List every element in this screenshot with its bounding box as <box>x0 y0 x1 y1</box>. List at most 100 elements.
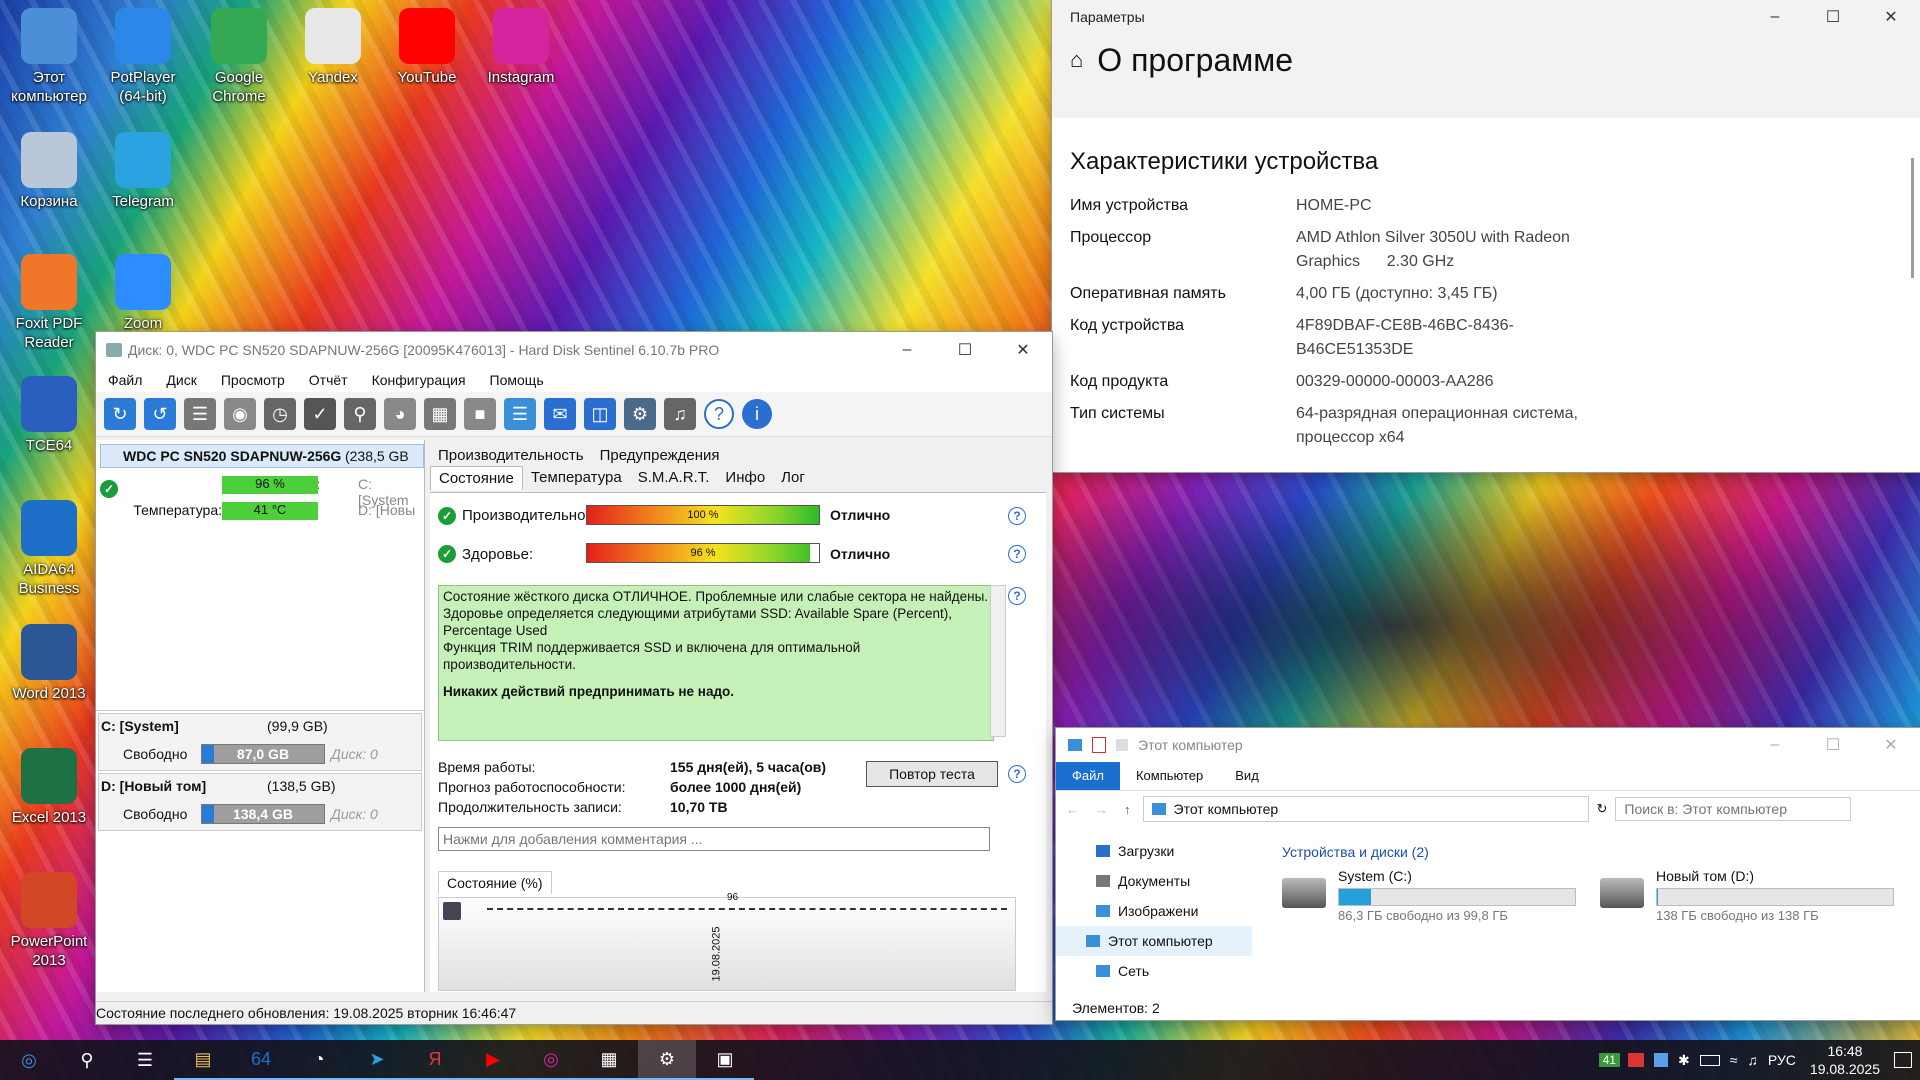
sentinel-icon[interactable]: ◕ <box>384 398 416 430</box>
graph-tab[interactable]: Состояние (%) <box>438 871 552 894</box>
desktop-icon[interactable]: YouTube <box>384 8 470 87</box>
ribbon-tab[interactable]: Вид <box>1219 762 1275 790</box>
nav-item[interactable]: Изображени <box>1056 896 1252 926</box>
up-icon[interactable]: ↑ <box>1124 802 1131 817</box>
disk-item[interactable]: WDC PC SN520 SDAPNUW-256G (238,5 GB ✓ Зд… <box>96 440 424 711</box>
comment-input[interactable] <box>438 827 990 851</box>
taskview-icon[interactable]: ☰ <box>116 1040 174 1080</box>
hdsentinel-icon[interactable]: ◔ <box>290 1040 348 1080</box>
scrollbar[interactable] <box>1911 158 1914 278</box>
drive-item[interactable]: Новый том (D:) 138 ГБ свободно из 138 ГБ <box>1600 868 1900 928</box>
desktop-icon[interactable]: PotPlayer (64-bit) <box>100 8 186 106</box>
ribbon-tab[interactable]: Компьютер <box>1120 762 1219 790</box>
disk-ok-icon[interactable]: ✓ <box>304 398 336 430</box>
clock[interactable]: 16:48 19.08.2025 <box>1810 1042 1880 1078</box>
tab-performance[interactable]: Производительность <box>430 444 592 466</box>
tab-status[interactable]: Состояние <box>430 466 523 490</box>
refresh-all-icon[interactable]: ↺ <box>144 398 176 430</box>
monitor-icon[interactable]: ◫ <box>584 398 616 430</box>
help-icon[interactable]: ? <box>704 399 734 429</box>
disk-list-icon[interactable]: ☰ <box>184 398 216 430</box>
desktop-icon[interactable]: TCE64 <box>6 376 92 455</box>
notepad-icon[interactable]: ▦ <box>580 1040 638 1080</box>
disk-search-icon[interactable]: ⚲ <box>344 398 376 430</box>
start-icon[interactable]: ◎ <box>0 1040 58 1080</box>
properties-icon[interactable] <box>1092 737 1106 753</box>
report-icon[interactable]: ☰ <box>504 398 536 430</box>
desktop-icon[interactable]: Foxit PDF Reader <box>6 254 92 352</box>
drive-item[interactable]: System (C:) 86,3 ГБ свободно из 99,8 ГБ <box>1282 868 1582 928</box>
ribbon-tab[interactable]: Файл <box>1056 762 1120 790</box>
desktop-icon[interactable]: Instagram <box>478 8 564 87</box>
tab-smart[interactable]: S.M.A.R.T. <box>630 466 718 490</box>
desktop-icon[interactable]: Корзина <box>6 132 92 211</box>
new-folder-icon[interactable] <box>1116 739 1128 751</box>
close-button[interactable]: ✕ <box>1862 728 1920 762</box>
notifications-icon[interactable] <box>1894 1052 1912 1068</box>
help-icon[interactable]: ? <box>1008 545 1026 563</box>
wifi-icon[interactable]: ≈ <box>1730 1052 1738 1068</box>
help-icon[interactable]: ? <box>1008 507 1026 525</box>
bluetooth-icon[interactable]: ✱ <box>1678 1052 1690 1069</box>
volume-item[interactable]: D: [Новый том] (138,5 GB) Свободно 138,4 GB… <box>98 773 422 831</box>
tab-temperature[interactable]: Температура <box>523 466 630 490</box>
refresh-icon[interactable]: ↻ <box>1597 801 1608 817</box>
desktop-icon[interactable]: Этот компьютер <box>6 8 92 106</box>
menu-item[interactable]: Отчёт <box>297 372 360 388</box>
tab-log[interactable]: Лог <box>773 466 813 490</box>
email-icon[interactable]: ✉ <box>544 398 576 430</box>
desktop-icon[interactable]: Google Chrome <box>196 8 282 106</box>
nav-item[interactable]: Загрузки <box>1056 836 1252 866</box>
menu-item[interactable]: Конфигурация <box>360 372 478 388</box>
menu-item[interactable]: Диск <box>154 372 208 388</box>
tray-display-icon[interactable] <box>1653 1053 1668 1067</box>
disk-timer-icon[interactable]: ◷ <box>264 398 296 430</box>
tray-badge[interactable]: 41 <box>1598 1053 1620 1067</box>
maximize-button[interactable]: ☐ <box>1804 0 1862 34</box>
nav-item[interactable]: Этот компьютер <box>1056 926 1252 956</box>
device-icon[interactable]: ▣ <box>696 1040 754 1080</box>
desktop-icon[interactable]: PowerPoint 2013 <box>6 872 92 970</box>
settings-icon[interactable]: ⚙ <box>638 1040 696 1080</box>
message-scrollbar[interactable] <box>990 585 1006 737</box>
save-icon[interactable] <box>443 902 461 920</box>
yandex-icon[interactable]: Я <box>406 1040 464 1080</box>
home-icon[interactable]: ⌂ <box>1070 47 1083 73</box>
volume-icon[interactable]: ♫ <box>1747 1052 1758 1068</box>
menu-item[interactable]: Просмотр <box>209 372 297 388</box>
search-input[interactable] <box>1615 797 1852 821</box>
nav-item[interactable]: Документы <box>1056 866 1252 896</box>
search-icon[interactable]: ⚲ <box>58 1040 116 1080</box>
youtube-icon[interactable]: ▶ <box>464 1040 522 1080</box>
help-icon[interactable]: ? <box>1008 587 1026 605</box>
aida64-icon[interactable]: 64 <box>232 1040 290 1080</box>
disk-test-icon[interactable]: ◉ <box>224 398 256 430</box>
refresh-icon[interactable]: ↻ <box>104 398 136 430</box>
hardware-icon[interactable]: ▦ <box>424 398 456 430</box>
battery-icon[interactable] <box>1699 1054 1720 1066</box>
help-icon[interactable]: ? <box>1008 765 1026 783</box>
info-icon[interactable]: i <box>742 399 772 429</box>
maximize-button[interactable]: ☐ <box>1804 728 1862 762</box>
desktop-icon[interactable]: Zoom <box>100 254 186 333</box>
close-button[interactable]: ✕ <box>994 333 1052 367</box>
close-button[interactable]: ✕ <box>1862 0 1920 34</box>
volume-item[interactable]: C: [System] (99,9 GB) Свободно 87,0 GB Диск:… <box>98 713 422 771</box>
forward-icon[interactable]: → <box>1095 802 1108 817</box>
telegram-icon[interactable]: ➤ <box>348 1040 406 1080</box>
maximize-button[interactable]: ☐ <box>936 333 994 367</box>
retest-button[interactable]: Повтор теста <box>866 761 998 787</box>
group-header[interactable]: Устройства и диски (2) <box>1282 844 1920 860</box>
gear-icon[interactable]: ⚙ <box>624 398 656 430</box>
network-icon[interactable]: ■ <box>464 398 496 430</box>
desktop-icon[interactable]: Excel 2013 <box>6 748 92 827</box>
minimize-button[interactable]: – <box>878 333 936 367</box>
tab-warnings[interactable]: Предупреждения <box>592 444 728 466</box>
sound-icon[interactable]: ♫ <box>664 398 696 430</box>
nav-item[interactable]: Сеть <box>1056 956 1252 986</box>
language-indicator[interactable]: РУС <box>1768 1052 1796 1068</box>
desktop-icon[interactable]: AIDA64 Business <box>6 500 92 598</box>
explorer-icon[interactable]: ▤ <box>174 1040 232 1080</box>
minimize-button[interactable]: – <box>1746 0 1804 34</box>
desktop-icon[interactable]: Yandex <box>290 8 376 87</box>
